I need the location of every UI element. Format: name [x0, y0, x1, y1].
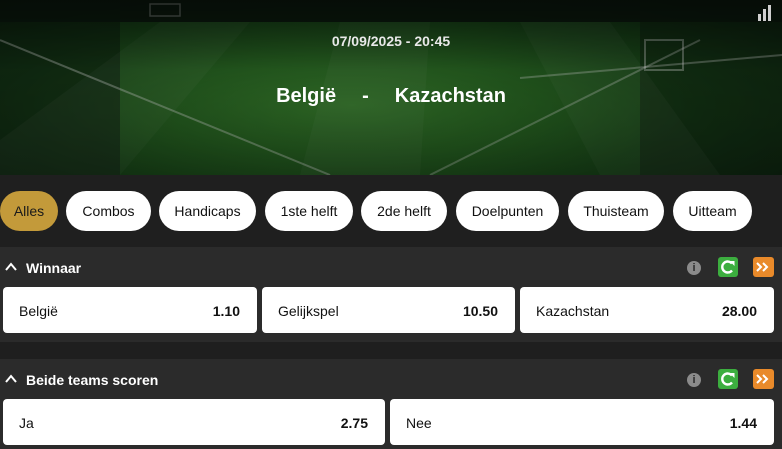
outcome-name: Nee	[406, 415, 432, 431]
market-winnaar: Winnaar i België 1.10 Gelijkspel 10.50 K…	[0, 247, 782, 342]
outcome-odds: 1.10	[212, 303, 240, 319]
tab-doelpunten[interactable]: Doelpunten	[456, 191, 559, 231]
outcome-belgie[interactable]: België 1.10	[3, 287, 257, 333]
bar-chart-icon[interactable]	[757, 5, 773, 21]
market-filter-tabs: Alles Combos Handicaps 1ste helft 2de he…	[0, 191, 782, 231]
market-title: Beide teams scoren	[26, 372, 159, 388]
cashout-icon[interactable]	[718, 257, 738, 277]
tab-alles[interactable]: Alles	[0, 191, 58, 231]
outcome-odds: 2.75	[340, 415, 368, 431]
outcome-odds: 1.44	[729, 415, 757, 431]
match-hero: 07/09/2025 - 20:45 België - Kazachstan	[0, 0, 782, 175]
market-title: Winnaar	[26, 260, 82, 276]
match-teams: België - Kazachstan	[0, 85, 782, 108]
tab-thuisteam[interactable]: Thuisteam	[568, 191, 664, 231]
outcome-odds: 28.00	[721, 303, 757, 319]
fast-forward-icon[interactable]	[753, 369, 774, 389]
outcome-kazachstan[interactable]: Kazachstan 28.00	[520, 287, 774, 333]
tab-2de-helft[interactable]: 2de helft	[361, 191, 447, 231]
outcome-name: Gelijkspel	[278, 303, 339, 319]
outcome-odds: 10.50	[462, 303, 498, 319]
team-separator: -	[362, 85, 369, 107]
fast-forward-icon[interactable]	[753, 257, 774, 277]
outcome-gelijkspel[interactable]: Gelijkspel 10.50	[262, 287, 515, 333]
outcome-name: Kazachstan	[536, 303, 610, 319]
outcome-ja[interactable]: Ja 2.75	[3, 399, 385, 445]
home-team: België	[276, 85, 337, 107]
info-icon[interactable]: i	[687, 261, 701, 275]
info-icon[interactable]: i	[687, 373, 701, 387]
chevron-up-icon[interactable]	[4, 260, 18, 274]
tab-uitteam[interactable]: Uitteam	[673, 191, 752, 231]
match-datetime: 07/09/2025 - 20:45	[331, 33, 451, 49]
chevron-up-icon[interactable]	[4, 372, 18, 386]
tab-handicaps[interactable]: Handicaps	[159, 191, 256, 231]
market-header[interactable]: Beide teams scoren i	[0, 359, 782, 399]
market-beide-teams-scoren: Beide teams scoren i Ja 2.75 Nee 1.44	[0, 359, 782, 449]
outcome-nee[interactable]: Nee 1.44	[390, 399, 774, 445]
outcome-name: Ja	[19, 415, 34, 431]
tab-1ste-helft[interactable]: 1ste helft	[265, 191, 353, 231]
cashout-icon[interactable]	[718, 369, 738, 389]
outcome-name: België	[19, 303, 58, 319]
tab-combos[interactable]: Combos	[66, 191, 151, 231]
market-header[interactable]: Winnaar i	[0, 247, 782, 287]
away-team: Kazachstan	[394, 85, 506, 107]
